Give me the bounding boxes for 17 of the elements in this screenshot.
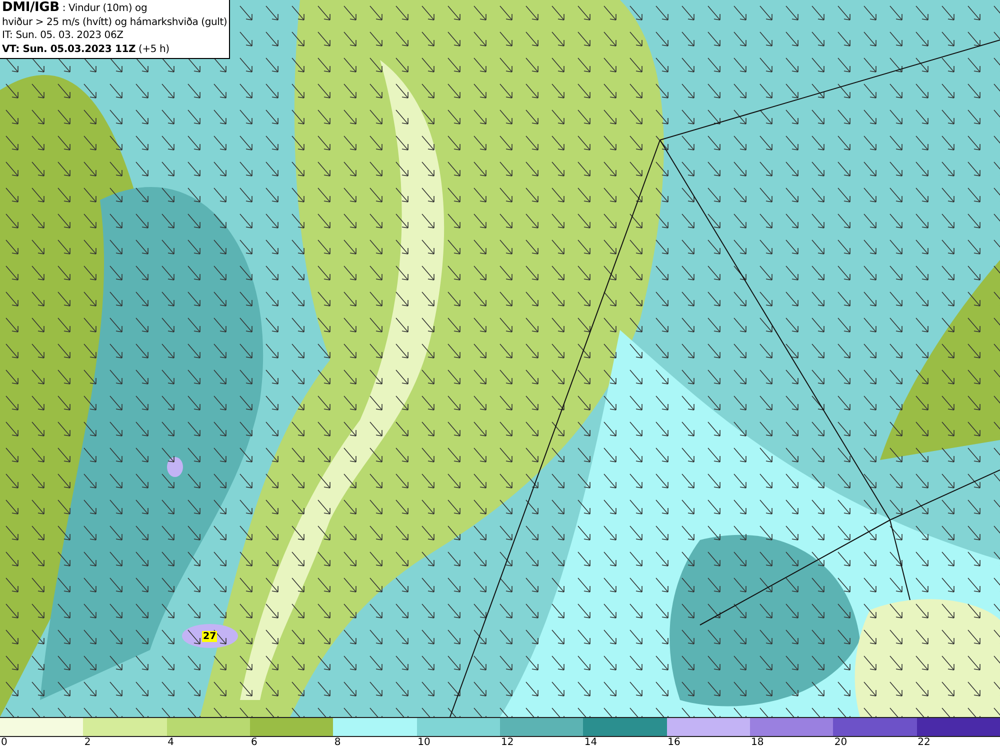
legend-label: 10 bbox=[416, 737, 430, 747]
legend-label: 2 bbox=[83, 737, 91, 747]
info-text: VT: Sun. 05.03.2023 11Z (+5 h) bbox=[2, 42, 170, 56]
info-text: DMI/IGB : Vindur (10m) og bbox=[2, 1, 148, 16]
legend-label: 8 bbox=[333, 737, 341, 747]
legend-label: 22 bbox=[916, 737, 930, 747]
legend-label: 16 bbox=[666, 737, 680, 747]
legend-label: 6 bbox=[250, 737, 258, 747]
legend-label: 14 bbox=[583, 737, 598, 747]
legend-label: 12 bbox=[500, 737, 514, 747]
legend-label: 0 bbox=[0, 737, 8, 747]
legend-label: 20 bbox=[833, 737, 848, 747]
legend-label: 18 bbox=[750, 737, 764, 747]
info-text: IT: Sun. 05. 03. 2023 06Z bbox=[2, 29, 124, 42]
info-text: hviður > 25 m/s (hvítt) og hámarkshviða (gult) bbox=[2, 16, 228, 29]
gust-label: 27 bbox=[202, 631, 218, 642]
legend-label: 4 bbox=[166, 737, 174, 747]
